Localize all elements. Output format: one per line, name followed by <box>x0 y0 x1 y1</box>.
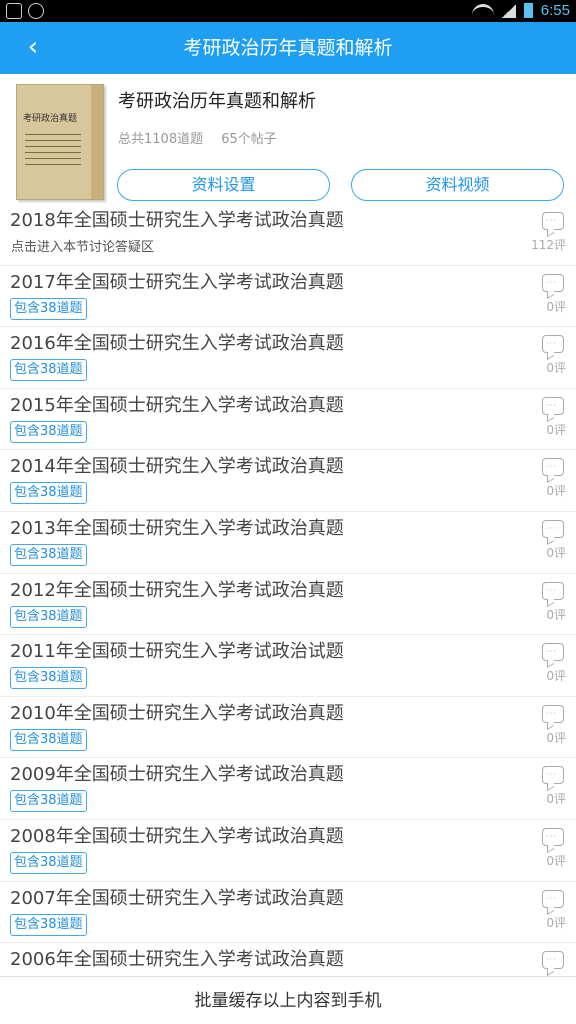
question-count-badge: 包含38道题 <box>10 543 87 566</box>
material-settings-button[interactable]: 资料设置 <box>117 169 330 201</box>
question-count-badge: 包含38道题 <box>10 667 87 690</box>
comment-icon[interactable]: ··· <box>542 335 564 354</box>
list-item[interactable]: 2014年全国硕士研究生入学考试政治真题 包含38道题 ··· 0评 <box>0 450 576 512</box>
comment-icon[interactable]: ··· <box>542 212 564 230</box>
comment-count: 0评 <box>546 361 566 376</box>
exam-list: 2018年全国硕士研究生入学考试政治真题 点击进入本节讨论答疑区 ··· 112评 20… <box>0 204 576 976</box>
comment-icon[interactable]: ··· <box>542 581 564 600</box>
comment-icon[interactable]: ··· <box>542 643 564 662</box>
list-item[interactable]: 2010年全国硕士研究生入学考试政治真题 包含38道题 ··· 0评 <box>0 697 576 759</box>
item-title: 2016年全国硕士研究生入学考试政治真题 <box>10 333 344 355</box>
comment-icon[interactable]: ··· <box>542 704 564 723</box>
status-bar: 6:55 <box>0 0 576 22</box>
question-count-badge: 包含38道题 <box>10 359 87 382</box>
batch-cache-button[interactable]: 批量缓存以上内容到手机 <box>0 976 576 1024</box>
item-title: 2018年全国硕士研究生入学考试政治真题 <box>10 210 344 231</box>
comment-count: 0评 <box>546 853 566 868</box>
post-count: 65个帖子 <box>221 132 277 147</box>
comment-icon[interactable]: ··· <box>542 766 564 785</box>
comment-icon[interactable]: ··· <box>542 951 564 970</box>
signal-icon <box>501 3 516 18</box>
comment-icon[interactable]: ··· <box>542 889 564 908</box>
question-count-badge: 包含38道题 <box>10 790 87 813</box>
item-title: 2007年全国硕士研究生入学考试政治真题 <box>10 887 344 909</box>
comment-count: 112评 <box>531 238 566 252</box>
status-time: 6:55 <box>540 2 570 19</box>
list-item[interactable]: 2017年全国硕士研究生入学考试政治真题 包含38道题 ··· 0评 <box>0 266 576 328</box>
comment-count: 0评 <box>546 730 566 745</box>
list-item[interactable]: 2007年全国硕士研究生入学考试政治真题 包含38道题 ··· 0评 <box>0 882 576 944</box>
list-item[interactable]: 2012年全国硕士研究生入学考试政治真题 包含38道题 ··· 0评 <box>0 574 576 636</box>
item-title: 2006年全国硕士研究生入学考试政治真题 <box>10 949 344 971</box>
question-count-badge: 包含38道题 <box>10 605 87 628</box>
list-item[interactable]: 2018年全国硕士研究生入学考试政治真题点击进入本节讨论答疑区 ··· 112评 <box>0 204 576 266</box>
app-header: ‹ 考研政治历年真题和解析 <box>0 22 576 74</box>
question-count-badge: 包含38道题 <box>10 482 87 505</box>
book-cover-title: 考研政治真题 <box>23 114 78 124</box>
question-count-badge: 包含38道题 <box>10 728 87 751</box>
book-meta: 总共1108道题 65个帖子 <box>118 128 291 147</box>
page-title: 考研政治历年真题和解析 <box>183 37 393 59</box>
shield-notification-icon <box>28 3 44 19</box>
total-questions: 总共1108道题 <box>118 132 204 147</box>
item-subtitle: 点击进入本节讨论答疑区 <box>11 240 155 255</box>
item-title: 2008年全国硕士研究生入学考试政治真题 <box>10 825 344 847</box>
question-count-badge: 包含38道题 <box>10 851 87 874</box>
question-count-badge: 包含38道题 <box>10 913 87 936</box>
item-title: 2010年全国硕士研究生入学考试政治真题 <box>10 702 344 724</box>
comment-icon[interactable]: ··· <box>542 827 564 846</box>
item-title: 2014年全国硕士研究生入学考试政治真题 <box>10 456 344 478</box>
comment-icon[interactable]: ··· <box>542 273 564 292</box>
battery-icon <box>523 3 533 18</box>
image-notification-icon <box>6 3 22 19</box>
item-title: 2013年全国硕士研究生入学考试政治真题 <box>10 517 344 539</box>
book-name: 考研政治历年真题和解析 <box>118 91 316 112</box>
item-title: 2012年全国硕士研究生入学考试政治真题 <box>10 579 344 601</box>
item-title: 2017年全国硕士研究生入学考试政治真题 <box>10 271 344 293</box>
list-item[interactable]: 2006年全国硕士研究生入学考试政治真题 ··· <box>0 943 576 976</box>
list-item[interactable]: 2016年全国硕士研究生入学考试政治真题 包含38道题 ··· 0评 <box>0 327 576 389</box>
question-count-badge: 包含38道题 <box>10 420 87 443</box>
list-item[interactable]: 2009年全国硕士研究生入学考试政治真题 包含38道题 ··· 0评 <box>0 758 576 820</box>
comment-count: 0评 <box>546 669 566 684</box>
comment-count: 0评 <box>546 607 566 622</box>
book-info-panel: 考研政治真题 考研政治历年真题和解析 总共1108道题 65个帖子 资料设置 资… <box>0 74 576 204</box>
item-title: 2015年全国硕士研究生入学考试政治真题 <box>10 394 344 416</box>
comment-count: 0评 <box>546 422 566 437</box>
list-item[interactable]: 2011年全国硕士研究生入学考试政治试题 包含38道题 ··· 0评 <box>0 635 576 697</box>
item-title: 2009年全国硕士研究生入学考试政治真题 <box>10 764 344 786</box>
wifi-icon <box>471 3 494 18</box>
question-count-badge: 包含38道题 <box>10 297 87 320</box>
book-cover-image: 考研政治真题 <box>16 84 104 200</box>
comment-icon[interactable]: ··· <box>542 458 564 477</box>
comment-count: 0评 <box>546 915 566 930</box>
list-item[interactable]: 2008年全国硕士研究生入学考试政治真题 包含38道题 ··· 0评 <box>0 820 576 882</box>
comment-count: 0评 <box>546 484 566 499</box>
item-title: 2011年全国硕士研究生入学考试政治试题 <box>10 641 344 663</box>
list-item[interactable]: 2013年全国硕士研究生入学考试政治真题 包含38道题 ··· 0评 <box>0 512 576 574</box>
comment-count: 0评 <box>546 792 566 807</box>
material-video-button[interactable]: 资料视频 <box>351 169 564 201</box>
comment-icon[interactable]: ··· <box>542 519 564 538</box>
comment-count: 0评 <box>546 299 566 314</box>
comment-count: 0评 <box>546 545 566 560</box>
list-item[interactable]: 2015年全国硕士研究生入学考试政治真题 包含38道题 ··· 0评 <box>0 389 576 451</box>
comment-icon[interactable]: ··· <box>542 396 564 415</box>
